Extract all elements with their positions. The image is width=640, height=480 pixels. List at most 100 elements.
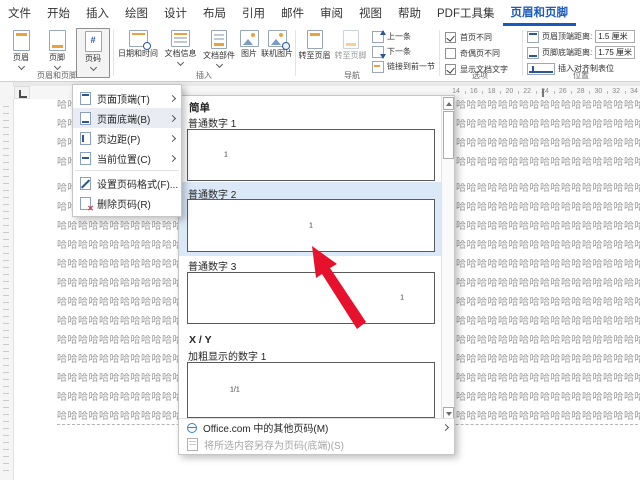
checkbox-icon	[445, 48, 456, 59]
ruler-tick	[3, 463, 9, 464]
option-checkbox-2[interactable]: 奇偶页不同	[445, 47, 508, 60]
chevron-down-icon	[17, 63, 24, 70]
header-from-top-row: 页眉顶端距离: 1.5 厘米	[527, 30, 635, 43]
ruler-tick	[3, 302, 9, 303]
ruler-tick	[625, 91, 626, 94]
tab-9[interactable]: 审阅	[312, 0, 351, 26]
group-label-position: 位置	[541, 70, 621, 81]
menu-item-1[interactable]: 页面顶端(T)	[73, 88, 181, 108]
ruler-tick	[3, 358, 9, 359]
ruler-number: 18	[485, 88, 499, 95]
ruler-tick	[3, 309, 9, 310]
ruler-tick	[3, 393, 9, 394]
tab-2[interactable]: 开始	[39, 0, 78, 26]
more-page-numbers-label: Office.com 中的其他页码(M)	[203, 420, 443, 435]
pictures-icon	[240, 30, 259, 47]
datetime-button[interactable]: 日期和时间	[115, 28, 161, 78]
menu-item-icon	[80, 112, 91, 125]
ruler-tick	[3, 239, 9, 240]
ruler-tick	[3, 281, 9, 282]
tab-12[interactable]: PDF工具集	[429, 0, 503, 26]
ruler-tick	[3, 169, 9, 170]
ruler-tick	[3, 267, 9, 268]
tab-10[interactable]: 视图	[351, 0, 390, 26]
tab-1[interactable]: 文件	[0, 0, 39, 26]
tab-3[interactable]: 插入	[78, 0, 117, 26]
ruler-tick	[3, 113, 9, 114]
ruler-tick	[3, 421, 9, 422]
ruler-tick	[482, 91, 483, 94]
tab-7[interactable]: 引用	[234, 0, 273, 26]
ruler-number: 16	[467, 88, 481, 95]
ruler-tick	[3, 379, 9, 380]
gallery-item-2[interactable]: 1	[187, 199, 435, 252]
group-label-options: 选项	[440, 70, 520, 81]
ruler-number: 24	[538, 88, 552, 95]
indent-marker[interactable]	[542, 89, 544, 97]
tab-6[interactable]: 布局	[195, 0, 234, 26]
header-icon	[13, 30, 30, 51]
datetime-button-label: 日期和时间	[118, 49, 158, 58]
gallery-item-1[interactable]: 1	[187, 129, 435, 181]
menu-item-5[interactable]: 设置页码格式(F)...	[73, 173, 181, 193]
next-button[interactable]: 下一条	[372, 45, 411, 58]
goto-header-button-label: 转至页眉	[299, 51, 331, 60]
menu-item-icon: ✕	[80, 197, 91, 210]
tab-stop-selector[interactable]	[14, 86, 30, 99]
gallery-item-3[interactable]: 1	[187, 272, 435, 324]
ruler-number: 28	[574, 88, 588, 95]
scrollbar-thumb[interactable]	[443, 111, 454, 159]
header-from-top-input[interactable]: 1.5 厘米	[595, 30, 635, 43]
page-number-gallery-scroll: 简单普通数字 11普通数字 21普通数字 31X / Y加粗显示的数字 11/1	[179, 96, 454, 421]
quick-parts-icon	[211, 30, 227, 49]
ruler-tick	[3, 435, 9, 436]
ruler-tick	[3, 232, 9, 233]
more-page-numbers-item[interactable]: Office.com 中的其他页码(M)	[179, 419, 454, 436]
checkbox-label: 首页不同	[460, 32, 492, 43]
footer-from-bottom-input[interactable]: 1.75 厘米	[595, 46, 635, 59]
goto-footer-icon	[343, 30, 359, 49]
ruler-tick	[3, 288, 9, 289]
option-checkbox-1[interactable]: 首页不同	[445, 31, 508, 44]
ruler-tick	[3, 162, 9, 163]
goto-footer-button-label: 转至页脚	[335, 51, 367, 60]
ruler-tick	[3, 134, 9, 135]
tab-5[interactable]: 设计	[156, 0, 195, 26]
footer-from-bottom-label: 页脚底端距离:	[542, 47, 592, 58]
tab-11[interactable]: 帮助	[390, 0, 429, 26]
menu-item-2[interactable]: 页面底端(B)	[73, 108, 181, 128]
checkbox-icon	[445, 32, 456, 43]
menu-item-icon	[80, 177, 91, 190]
gallery-preview-number: 1/1	[230, 387, 240, 394]
submenu-arrow-icon	[169, 134, 176, 141]
gallery-scrollbar[interactable]	[441, 96, 454, 421]
ruler-number: 34	[627, 88, 640, 95]
header-button-label: 页眉	[13, 53, 29, 62]
ruler-tick	[3, 414, 9, 415]
previous-button[interactable]: 上一条	[372, 30, 411, 43]
vertical-ruler[interactable]	[0, 81, 14, 480]
tab-8[interactable]: 邮件	[273, 0, 312, 26]
group-label-header-footer: 页眉和页脚	[17, 70, 97, 81]
submenu-arrow-icon	[169, 114, 176, 121]
ruler-tick	[3, 211, 9, 212]
page-number-button-label: 页码	[85, 54, 101, 63]
menu-item-4[interactable]: 当前位置(C)	[73, 148, 181, 168]
tab-4[interactable]: 绘图	[117, 0, 156, 26]
menu-item-label: 当前位置(C)	[97, 151, 170, 166]
gallery-item-4[interactable]: 1/1	[187, 362, 435, 418]
ruler-tick	[3, 106, 9, 107]
chevron-down-icon	[215, 61, 222, 68]
ruler-tick	[3, 183, 9, 184]
ruler-tick	[3, 351, 9, 352]
scroll-up-button[interactable]	[443, 97, 454, 110]
menu-item-3[interactable]: 页边距(P)	[73, 128, 181, 148]
menu-item-6[interactable]: ✕删除页码(R)	[73, 193, 181, 213]
scroll-down-icon	[446, 412, 452, 416]
gallery-preview-number: 1	[224, 152, 228, 159]
online-pictures-button[interactable]: 联机图片	[260, 28, 294, 78]
tab-13[interactable]: 页眉和页脚	[503, 0, 577, 26]
save-selection-icon	[187, 438, 198, 451]
page-number-menu: 页面顶端(T)页面底端(B)页边距(P)当前位置(C)设置页码格式(F)...✕…	[72, 84, 182, 217]
gallery-item-label: 普通数字 1	[188, 115, 236, 130]
